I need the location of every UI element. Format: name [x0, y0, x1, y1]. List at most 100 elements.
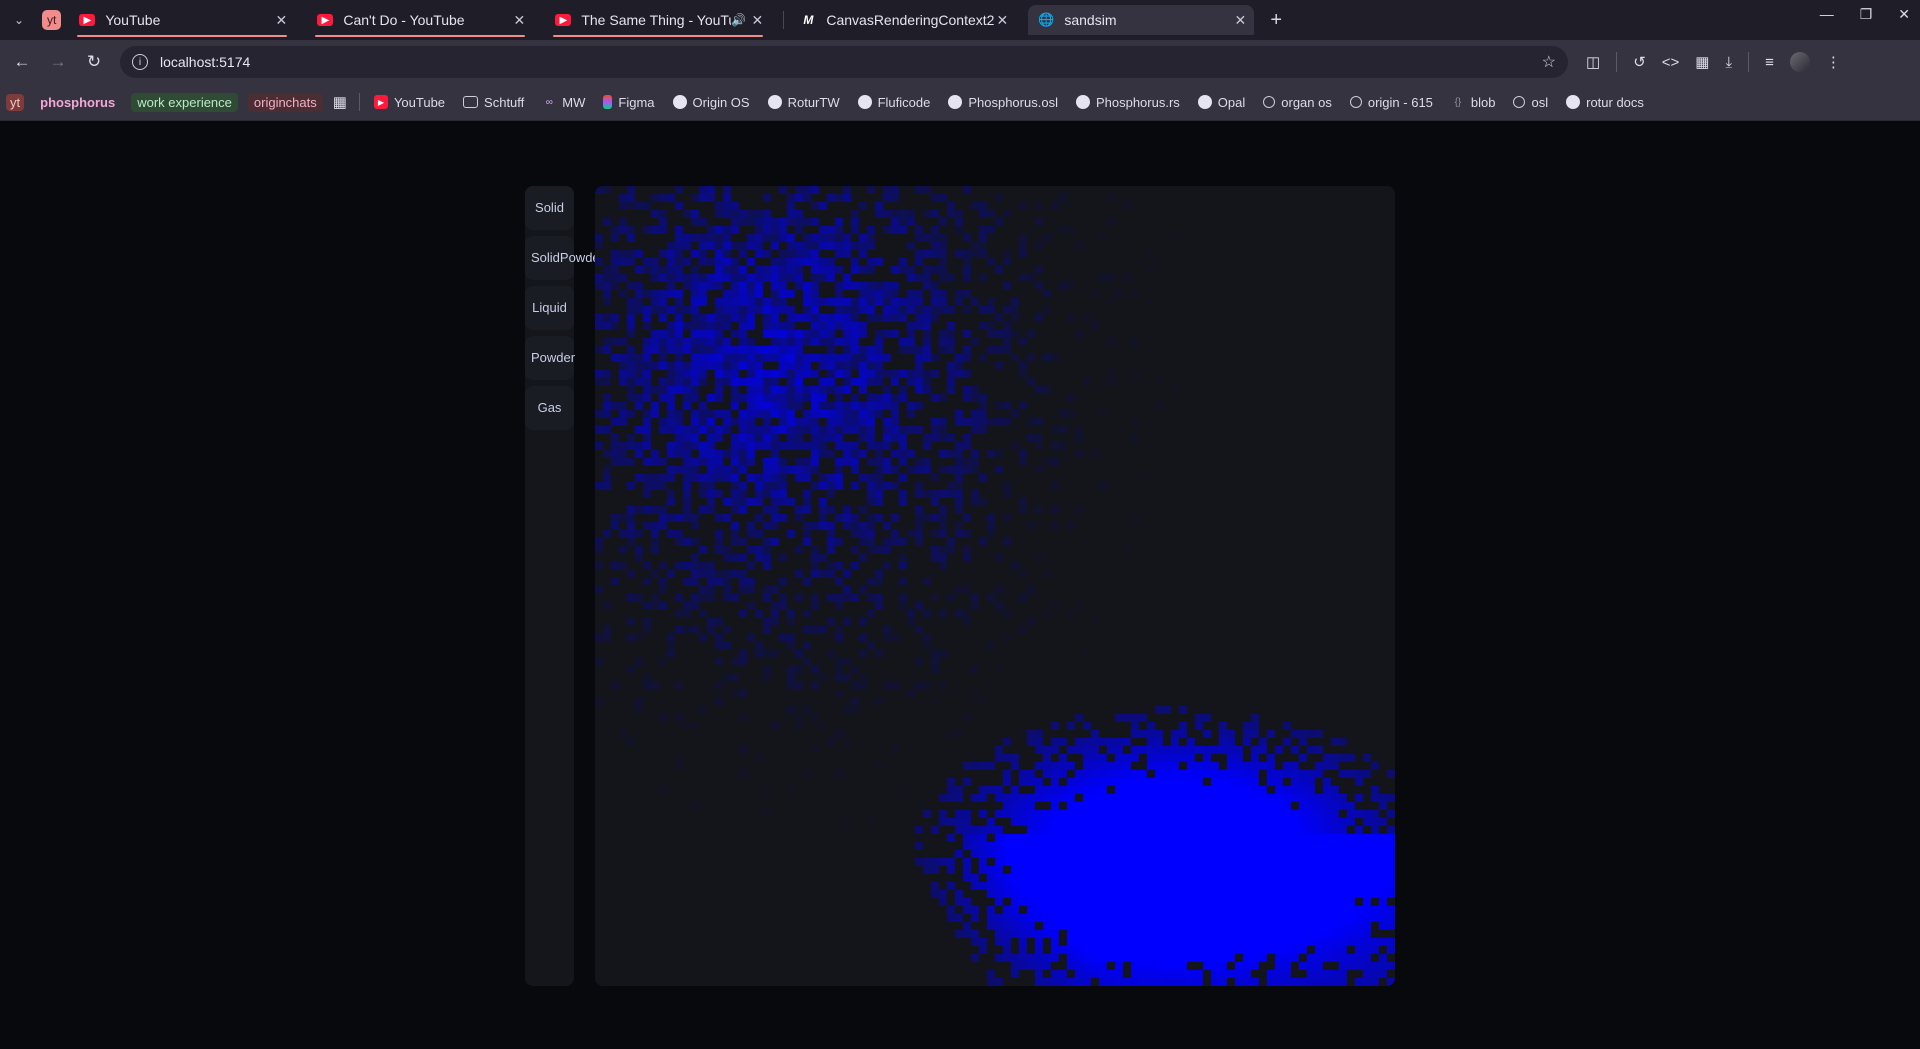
figma-icon	[603, 95, 613, 109]
site-info-icon[interactable]: i	[132, 54, 148, 70]
close-tab-icon[interactable]: ✕	[1232, 12, 1248, 29]
bookmark-blob[interactable]: {} blob	[1451, 95, 1496, 110]
tab-search-chevron-icon[interactable]: ⌄	[6, 7, 32, 33]
page-viewport: Solid SolidPowder Liquid Powder Gas	[0, 121, 1920, 1049]
bookmark-rotur-docs[interactable]: rotur docs	[1566, 95, 1644, 110]
github-icon	[948, 95, 963, 109]
tab-divider	[783, 11, 785, 29]
close-tab-icon[interactable]: ✕	[749, 12, 765, 29]
github-icon	[857, 95, 872, 109]
reload-icon[interactable]: ↻	[76, 52, 112, 72]
bookmark-label: MW	[562, 94, 586, 110]
tab-sandsim[interactable]: 🌐 sandsim ✕	[1028, 5, 1255, 35]
folder-icon	[463, 96, 479, 108]
bookmark-divider	[358, 93, 360, 111]
url-text[interactable]: localhost:5174	[160, 54, 1542, 70]
media-queue-icon[interactable]: ≡	[1765, 54, 1774, 71]
bookmark-label: Figma	[618, 94, 655, 110]
bookmark-label: Fluficode	[877, 94, 931, 110]
restore-icon[interactable]: ❐	[1860, 6, 1873, 23]
bookmark-label: osl	[1531, 94, 1549, 110]
tab-group-chip[interactable]: yt	[42, 10, 62, 30]
element-button-liquid[interactable]: Liquid	[525, 286, 574, 330]
bookmark-schtuff[interactable]: Schtuff	[463, 95, 524, 110]
globe-icon: 🌐	[1038, 12, 1055, 27]
profile-avatar[interactable]	[1789, 52, 1810, 72]
apps-grid-icon[interactable]: ▦	[333, 93, 347, 111]
toolbar-actions: ◫ ↺ <> ▦ ⤓ ≡ ⋮	[1586, 52, 1841, 72]
bookmark-label: organ os	[1281, 94, 1332, 110]
extensions-puzzle-icon[interactable]: ◫	[1586, 53, 1600, 71]
github-icon	[767, 95, 782, 109]
element-button-powder[interactable]: Powder	[525, 336, 575, 380]
tab-title: sandsim	[1064, 12, 1117, 28]
bookmark-organ-os[interactable]: organ os	[1263, 95, 1332, 110]
bookmarks-bar: yt phosphorus work experience originchat…	[0, 84, 1920, 121]
bookmark-label: YouTube	[393, 94, 446, 110]
bookmark-group-originchats[interactable]: originchats	[247, 92, 323, 112]
tab-title: YouTube	[105, 12, 161, 28]
bookmark-label: origin - 615	[1367, 94, 1433, 110]
tab-canvas-docs[interactable]: M CanvasRenderingContext2D ✕	[790, 5, 1016, 35]
close-tab-icon[interactable]: ✕	[511, 12, 527, 29]
bookmark-mw[interactable]: ∞ MW	[542, 94, 586, 110]
youtube-icon: ▶	[79, 14, 96, 26]
tab-title: Can't Do - YouTube	[343, 12, 465, 28]
menu-kebab-icon[interactable]: ⋮	[1826, 53, 1841, 71]
forward-arrow-icon[interactable]: →	[40, 52, 76, 72]
window-controls: — ❐ ✕	[1820, 6, 1910, 23]
origin-logo-icon	[1263, 96, 1276, 108]
tab-group-underline	[553, 35, 764, 37]
history-icon[interactable]: ↺	[1633, 53, 1646, 71]
tab-same-thing[interactable]: ▶ The Same Thing - YouTube 🔊 ✕	[545, 5, 771, 37]
element-button-solid[interactable]: Solid	[525, 186, 574, 230]
new-tab-plus-icon[interactable]: +	[1270, 9, 1282, 32]
bookmark-osl[interactable]: osl	[1513, 95, 1548, 110]
simulation-canvas[interactable]	[595, 186, 1395, 986]
youtube-icon: ▶	[317, 14, 334, 26]
download-icon[interactable]: ⤓	[1725, 54, 1732, 71]
bookmark-origin-615[interactable]: origin - 615	[1349, 94, 1433, 110]
github-icon	[1075, 95, 1090, 109]
back-arrow-icon[interactable]: ←	[4, 52, 40, 72]
bookmark-label: Phosphorus.osl	[968, 94, 1058, 110]
rotur-logo-icon	[1566, 95, 1581, 109]
speaker-icon[interactable]: 🔊	[731, 13, 749, 27]
bookmark-group-work-experience[interactable]: work experience	[131, 92, 238, 112]
devtools-code-icon[interactable]: <>	[1662, 54, 1680, 71]
close-tab-icon[interactable]: ✕	[273, 12, 289, 29]
bookmark-roturtw[interactable]: RoturTW	[767, 95, 840, 110]
element-sidebar: Solid SolidPowder Liquid Powder Gas	[525, 186, 604, 986]
mw-logo-icon: ∞	[545, 96, 553, 108]
close-window-icon[interactable]: ✕	[1898, 6, 1910, 23]
minimize-icon[interactable]: —	[1820, 6, 1834, 23]
bookmark-phosphorus-rs[interactable]: Phosphorus.rs	[1075, 95, 1180, 110]
youtube-icon: ▶	[373, 95, 388, 109]
element-button-solidpowder[interactable]: SolidPowder	[525, 236, 604, 280]
bookmark-youtube[interactable]: ▶ YouTube	[373, 94, 446, 110]
toolbar-divider	[1748, 52, 1750, 72]
tab-cant-do[interactable]: ▶ Can't Do - YouTube ✕	[307, 5, 533, 37]
bookmark-star-icon[interactable]: ☆	[1542, 52, 1556, 72]
tab-youtube[interactable]: ▶ YouTube ✕	[69, 5, 295, 37]
side-panel-icon[interactable]: ▦	[1695, 53, 1709, 71]
toolbar-divider	[1616, 52, 1618, 72]
bookmark-phosphorus-osl[interactable]: Phosphorus.osl	[948, 95, 1058, 110]
bookmark-label: blob	[1470, 94, 1496, 110]
bookmark-fluficode[interactable]: Fluficode	[857, 94, 931, 110]
tab-bar: ⌄ yt ▶ YouTube ✕ ▶ Can't Do - YouTube ✕ …	[0, 0, 1920, 40]
mdn-icon: M	[803, 13, 814, 27]
braces-icon: {}	[1454, 96, 1462, 108]
tab-group-underline	[315, 35, 526, 37]
bookmark-opal[interactable]: Opal	[1197, 95, 1245, 110]
close-tab-icon[interactable]: ✕	[994, 12, 1010, 29]
bookmark-group-phosphorus[interactable]: phosphorus	[34, 93, 121, 112]
tab-title: The Same Thing - YouTube	[581, 12, 731, 28]
address-bar[interactable]: i localhost:5174 ☆	[120, 46, 1568, 78]
simulation-canvas-container	[595, 186, 1395, 986]
bookmark-group-yt[interactable]: yt	[6, 93, 25, 111]
element-button-gas[interactable]: Gas	[525, 386, 574, 430]
bookmark-origin-os[interactable]: Origin OS	[672, 95, 750, 110]
origin-logo-icon	[1513, 96, 1526, 108]
bookmark-figma[interactable]: Figma	[603, 94, 655, 110]
